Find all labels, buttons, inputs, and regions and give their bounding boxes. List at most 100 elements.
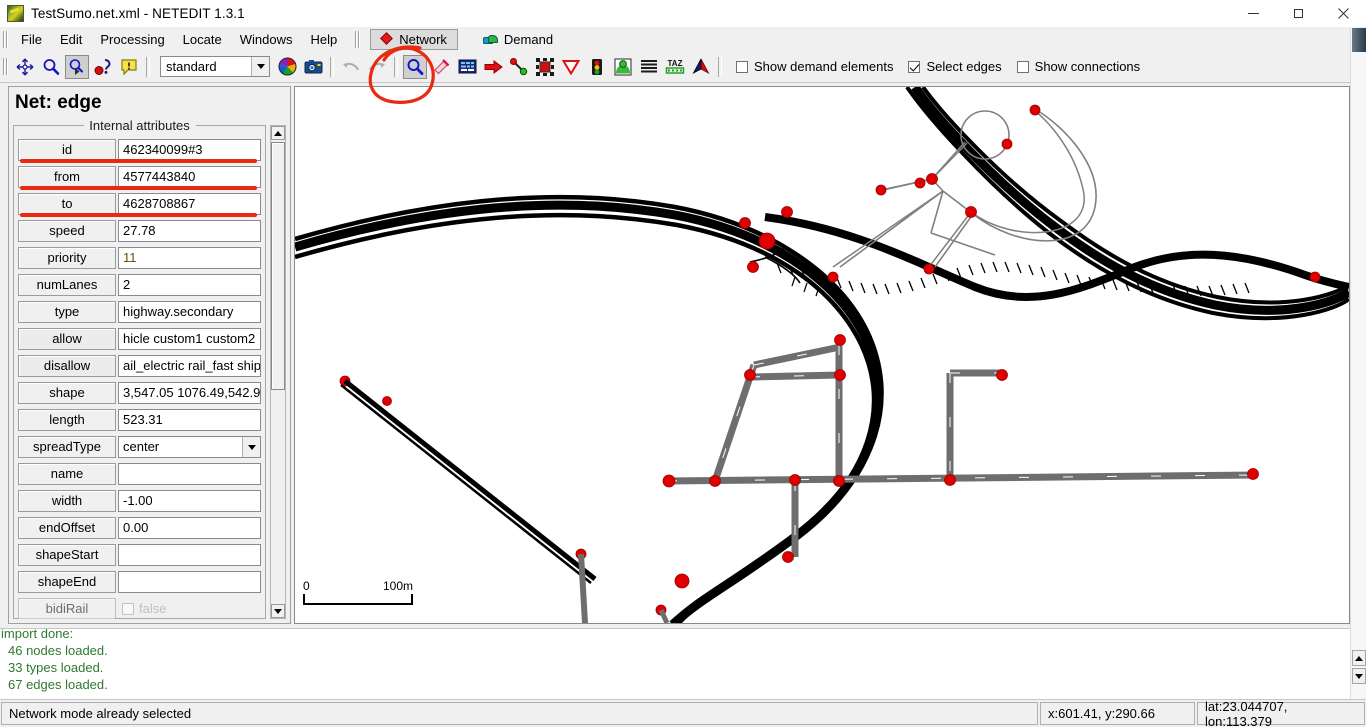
window-scroll-down-button[interactable] <box>1352 668 1366 684</box>
minimize-button[interactable] <box>1231 0 1276 27</box>
chevron-down-icon[interactable] <box>251 57 269 76</box>
menu-drag-grip[interactable] <box>2 30 9 49</box>
close-button[interactable] <box>1321 0 1366 27</box>
attr-value-name[interactable] <box>118 463 261 485</box>
log-output-area[interactable]: import done: 46 nodes loaded. 33 types l… <box>0 628 1350 701</box>
create-edge-mode-button[interactable] <box>507 55 531 79</box>
attr-label-shapeend[interactable]: shapeEnd <box>18 571 116 593</box>
undo-button[interactable] <box>339 55 363 79</box>
redo-button[interactable] <box>365 55 389 79</box>
chevron-down-icon-spreadtype[interactable] <box>242 437 260 457</box>
select-mode-button[interactable] <box>455 55 479 79</box>
attr-value-numlanes[interactable]: 2 <box>118 274 261 296</box>
attr-label-length[interactable]: length <box>18 409 116 431</box>
scroll-thumb[interactable] <box>271 142 285 390</box>
mode-tabs-drag-grip[interactable] <box>354 30 361 49</box>
toolbar-drag-grip[interactable] <box>2 57 9 76</box>
menu-edit[interactable]: Edit <box>51 30 91 49</box>
attr-value-id[interactable]: 462340099#3 <box>118 139 261 161</box>
attr-value-priority[interactable]: 11 <box>118 247 261 269</box>
attr-label-from[interactable]: from <box>18 166 116 188</box>
title-bar: TestSumo.net.xml - NETEDIT 1.3.1 <box>0 0 1366 27</box>
attr-value-disallow[interactable]: ail_electric rail_fast ship <box>118 355 261 377</box>
attr-value-length[interactable]: 523.31 <box>118 409 261 431</box>
attr-value-allow[interactable]: hicle custom1 custom2 <box>118 328 261 350</box>
panel-vertical-scrollbar[interactable] <box>270 125 286 619</box>
traffic-light-mode-button[interactable] <box>585 55 609 79</box>
status-geo-coords: lat:23.044707, lon:113.379 <box>1197 699 1365 727</box>
attr-value-from[interactable]: 4577443840 <box>118 166 261 188</box>
menu-windows[interactable]: Windows <box>231 30 302 49</box>
attr-label-bidirail[interactable]: bidiRail <box>18 598 116 619</box>
menu-locate[interactable]: Locate <box>174 30 231 49</box>
attr-label-endoffset[interactable]: endOffset <box>18 517 116 539</box>
tab-network[interactable]: Network <box>370 28 458 50</box>
edit-viewport-button[interactable] <box>65 54 89 79</box>
additional-mode-button[interactable] <box>611 55 635 79</box>
attr-label-name[interactable]: name <box>18 463 116 485</box>
attr-label-numlanes[interactable]: numLanes <box>18 274 116 296</box>
attr-value-endoffset[interactable]: 0.00 <box>118 517 261 539</box>
attr-value-shapestart[interactable] <box>118 544 261 566</box>
attr-label-disallow[interactable]: disallow <box>18 355 116 377</box>
prohibition-mode-button[interactable] <box>559 55 583 79</box>
svg-text:TAZ: TAZ <box>668 59 683 68</box>
scale-bar: 0 100m <box>303 579 413 605</box>
snapshot-button[interactable] <box>301 55 325 79</box>
window-vertical-scrollbar[interactable] <box>1350 28 1366 700</box>
connection-mode-button[interactable] <box>533 55 557 79</box>
attr-value-speed[interactable]: 27.78 <box>118 220 261 242</box>
checkbox-show-demand-elements[interactable]: Show demand elements <box>732 59 897 74</box>
shape-mode-button[interactable] <box>689 55 713 79</box>
window-title: TestSumo.net.xml - NETEDIT 1.3.1 <box>31 6 245 21</box>
recenter-view-button[interactable] <box>13 55 37 79</box>
checkbox-box-select-edges[interactable] <box>908 60 921 73</box>
attr-value-shape[interactable]: 3,547.05 1076.49,542.97 <box>118 382 261 404</box>
scroll-down-button[interactable] <box>271 604 285 618</box>
attr-value-type[interactable]: highway.secondary <box>118 301 261 323</box>
menu-processing[interactable]: Processing <box>91 30 173 49</box>
attr-label-shape[interactable]: shape <box>18 382 116 404</box>
attr-label-spreadtype[interactable]: spreadType <box>18 436 116 458</box>
checkbox-box-bidirail[interactable] <box>122 603 134 615</box>
checkbox-select-edges[interactable]: Select edges <box>904 59 1005 74</box>
inspect-mode-button[interactable] <box>403 54 427 79</box>
color-scheme-combo[interactable]: standard <box>160 56 270 77</box>
attr-row-id: id 462340099#3 <box>18 139 261 163</box>
tab-demand[interactable]: Demand <box>471 28 565 50</box>
attr-label-allow[interactable]: allow <box>18 328 116 350</box>
color-scheme-button[interactable] <box>275 55 299 79</box>
move-mode-button[interactable] <box>481 55 505 79</box>
show-tooltips-button[interactable] <box>117 55 141 79</box>
bottom-vertical-street <box>578 553 588 623</box>
delete-mode-button[interactable] <box>429 55 453 79</box>
checkbox-box-demand[interactable] <box>736 60 748 73</box>
attr-value-to[interactable]: 4628708867 <box>118 193 261 215</box>
toolbar-checkboxes: Show demand elements Select edges Show c… <box>732 59 1144 74</box>
menu-help[interactable]: Help <box>301 30 346 49</box>
checkbox-show-connections[interactable]: Show connections <box>1013 59 1145 74</box>
attr-label-type[interactable]: type <box>18 301 116 323</box>
attr-value-spreadtype[interactable]: center <box>118 436 261 458</box>
attr-row-numlanes: numLanes 2 <box>18 274 261 296</box>
menu-file[interactable]: File <box>12 30 51 49</box>
attr-label-speed[interactable]: speed <box>18 220 116 242</box>
crossing-mode-button[interactable] <box>637 55 661 79</box>
maximize-button[interactable] <box>1276 0 1321 27</box>
taz-mode-button[interactable]: TAZ <box>663 55 687 79</box>
attr-value-width[interactable]: -1.00 <box>118 490 261 512</box>
attr-label-to[interactable]: to <box>18 193 116 215</box>
checkbox-box-connections[interactable] <box>1016 60 1029 73</box>
attr-label-priority[interactable]: priority <box>18 247 116 269</box>
network-canvas[interactable]: 0 100m <box>294 86 1350 624</box>
zoom-magnifier-button[interactable] <box>39 55 63 79</box>
attr-label-width[interactable]: width <box>18 490 116 512</box>
window-scroll-thumb[interactable] <box>1352 28 1366 52</box>
window-scroll-up-button[interactable] <box>1352 650 1366 666</box>
attr-value-shapeend[interactable] <box>118 571 261 593</box>
locate-button[interactable] <box>91 55 115 79</box>
attr-value-bidirail[interactable]: false <box>118 598 261 619</box>
attr-label-id[interactable]: id <box>18 139 116 161</box>
attr-label-shapestart[interactable]: shapeStart <box>18 544 116 566</box>
scroll-up-button[interactable] <box>271 126 285 140</box>
